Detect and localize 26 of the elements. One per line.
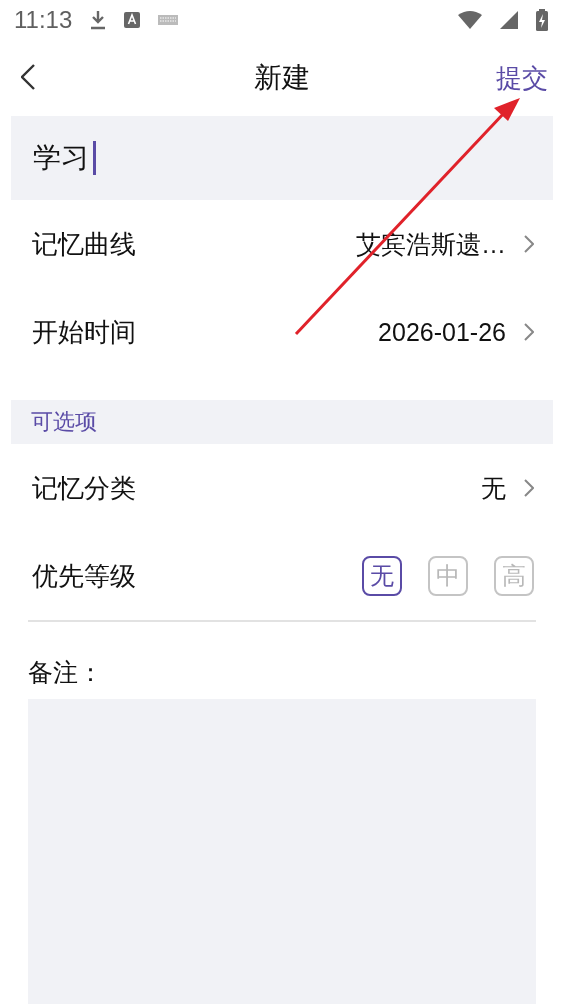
keyboard-app-icon — [124, 12, 141, 28]
keyboard-icon — [158, 15, 179, 25]
wifi-icon — [458, 11, 482, 29]
chevron-right-icon — [524, 323, 534, 341]
row-label: 记忆曲线 — [32, 227, 136, 261]
row-value: 无 — [481, 472, 506, 504]
row-label: 优先等级 — [32, 559, 136, 593]
section-title: 可选项 — [31, 408, 97, 436]
setting-row[interactable]: 记忆分类 无 — [0, 444, 564, 532]
title-input-field[interactable]: 学习 — [11, 116, 553, 200]
priority-option[interactable]: 无 — [362, 556, 402, 596]
status-time: 11:13 — [14, 6, 73, 34]
signal-icon — [500, 11, 518, 29]
download-icon — [90, 10, 107, 30]
setting-row[interactable]: 记忆曲线 艾宾浩斯遗… — [0, 200, 564, 288]
chevron-right-icon — [524, 235, 534, 253]
row-label: 记忆分类 — [32, 471, 136, 505]
row-value: 艾宾浩斯遗… — [356, 228, 506, 260]
page-title: 新建 — [254, 60, 310, 96]
chevron-right-icon — [524, 479, 534, 497]
setting-row[interactable]: 开始时间 2026-01-26 — [0, 288, 564, 376]
notes-label: 备注： — [27, 657, 104, 689]
battery-charging-icon — [536, 9, 548, 31]
submit-button[interactable]: 提交 — [496, 60, 548, 96]
row-label: 开始时间 — [32, 315, 136, 349]
row-value: 2026-01-26 — [378, 317, 506, 347]
